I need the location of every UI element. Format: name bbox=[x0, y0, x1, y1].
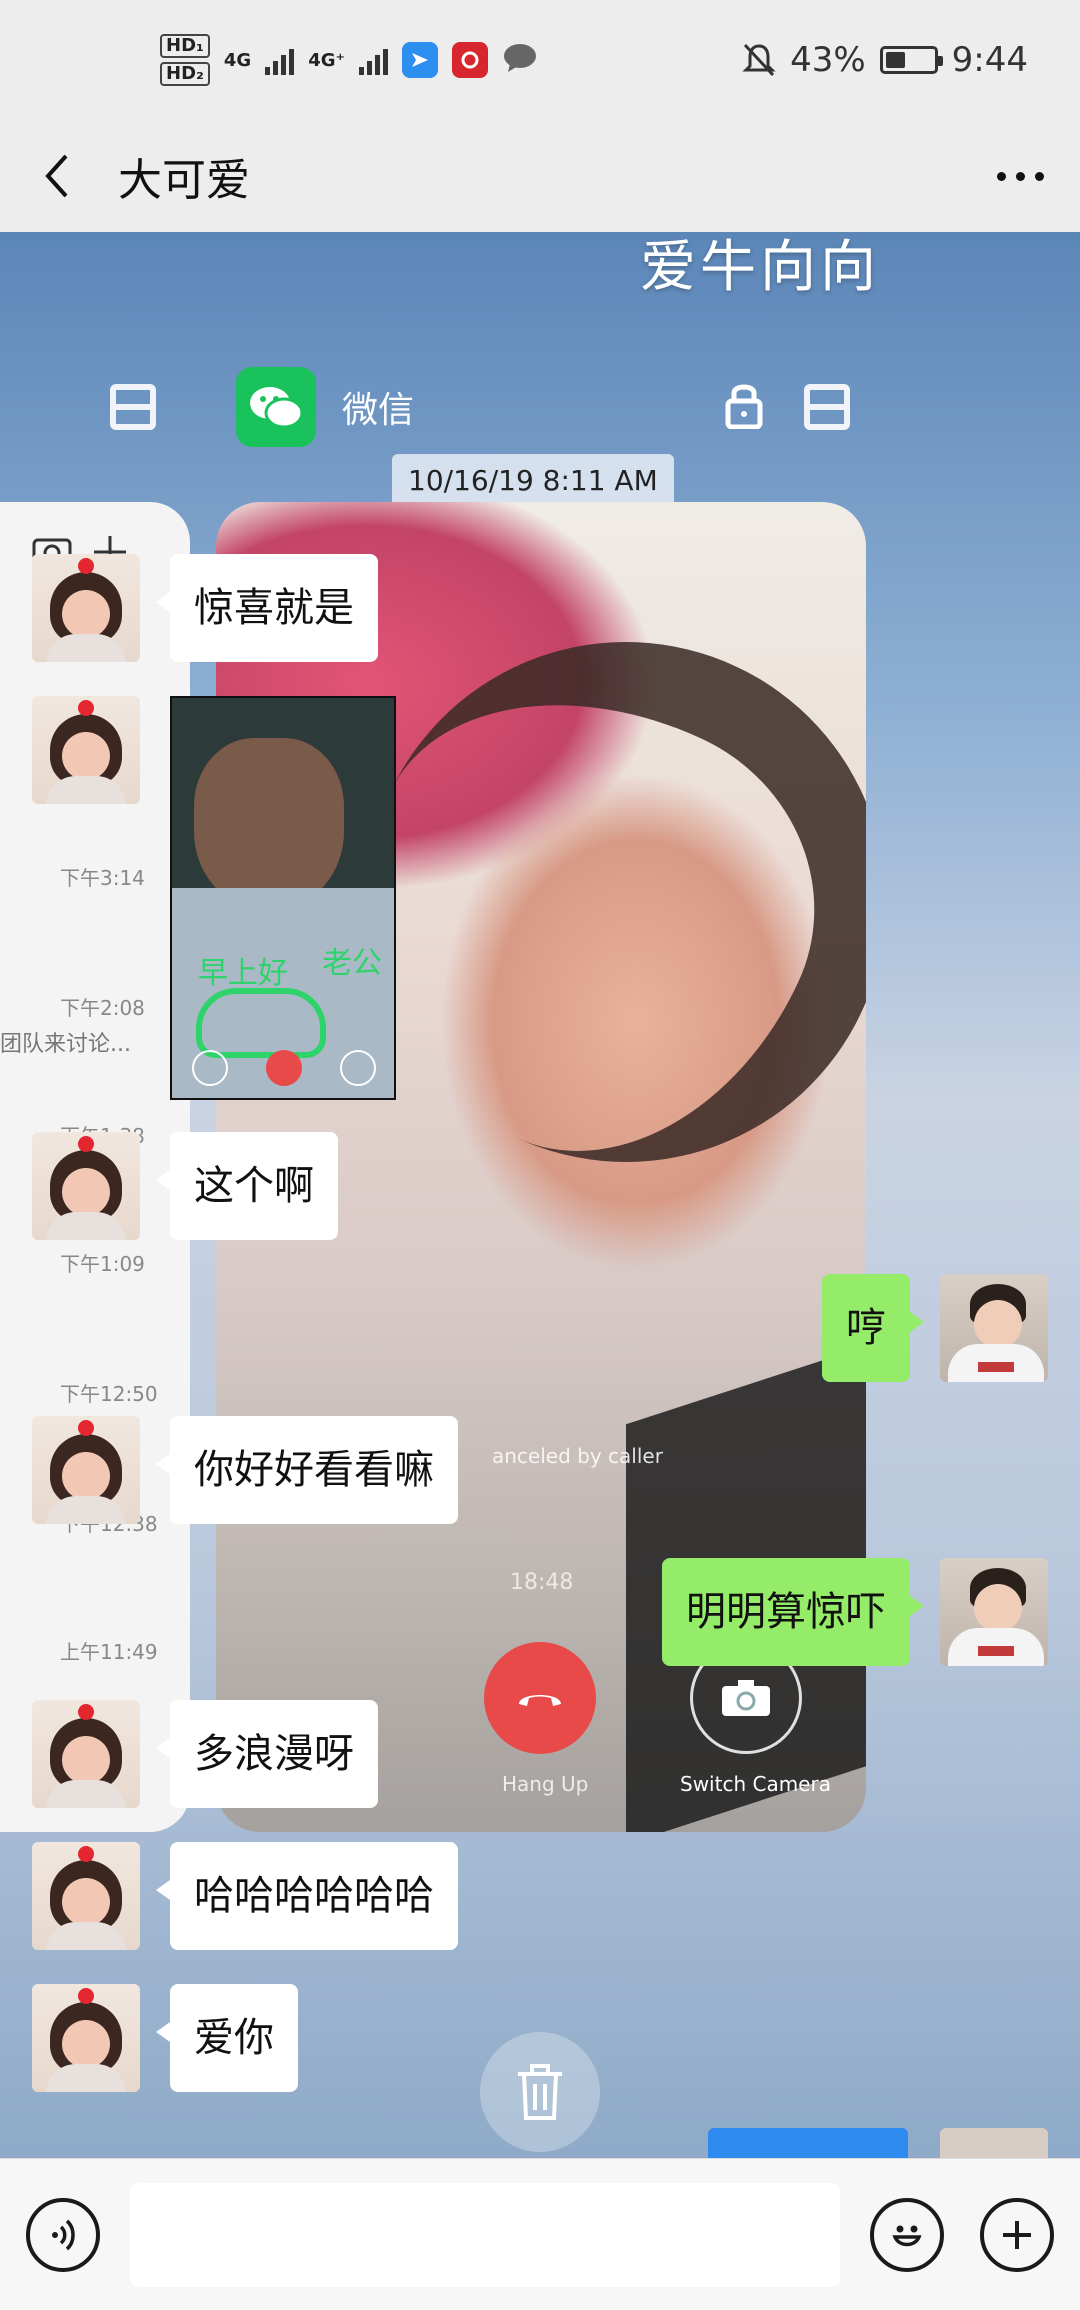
my-avatar-partial[interactable] bbox=[940, 2128, 1048, 2158]
network-type-1: 4G bbox=[223, 49, 252, 71]
battery-icon bbox=[879, 46, 943, 74]
message-row: 惊喜就是 bbox=[32, 554, 378, 662]
wechat-app-label: 微信 bbox=[342, 390, 415, 431]
feishu-notification-icon bbox=[402, 42, 439, 78]
message-row: 多浪漫呀 bbox=[32, 1700, 378, 1808]
message-row-outgoing: 明明算惊吓 bbox=[662, 1558, 1048, 1666]
panel-icon-right bbox=[804, 384, 850, 430]
background-toolbar: 微信 bbox=[110, 362, 850, 452]
hd2-badge: HD₂ bbox=[160, 62, 210, 86]
status-right: 43% 9:44 bbox=[742, 40, 1028, 80]
hang-up-label: Hang Up bbox=[502, 1772, 589, 1796]
hang-up-button bbox=[484, 1642, 596, 1754]
bg-time-4: 下午1:09 bbox=[60, 1252, 145, 1276]
contact-avatar[interactable] bbox=[32, 1416, 140, 1524]
bg-time-5: 下午12:50 bbox=[60, 1382, 158, 1406]
message-bubble[interactable]: 哈哈哈哈哈哈 bbox=[156, 1842, 458, 1950]
heart-doodle bbox=[196, 988, 326, 1058]
switch-camera-label: Switch Camera bbox=[680, 1772, 831, 1796]
signal-strength-2-icon bbox=[359, 45, 389, 75]
wechat-logo-icon bbox=[236, 367, 316, 447]
hd-indicators: HD₁ HD₂ bbox=[160, 34, 210, 86]
battery-percent: 43% bbox=[790, 40, 866, 80]
message-bubble[interactable]: 惊喜就是 bbox=[156, 554, 378, 662]
message-bubble-outgoing[interactable]: 明明算惊吓 bbox=[662, 1558, 924, 1666]
contact-avatar[interactable] bbox=[32, 1132, 140, 1240]
clock: 9:44 bbox=[951, 40, 1028, 80]
status-left: HD₁ HD₂ 4G 4G⁺ bbox=[160, 34, 538, 86]
message-row-image bbox=[32, 696, 140, 804]
my-avatar[interactable] bbox=[940, 1274, 1048, 1382]
message-row: 爱你 bbox=[32, 1984, 298, 2092]
voice-icon[interactable] bbox=[26, 2197, 100, 2272]
background-snippet: 团队来讨论... bbox=[0, 1032, 131, 1057]
signal-strength-1-icon bbox=[265, 45, 295, 75]
panel-icon bbox=[110, 384, 156, 430]
bg-time-7: 上午11:49 bbox=[60, 1640, 158, 1664]
contact-avatar[interactable] bbox=[32, 1700, 140, 1808]
call-status-text: anceled by caller bbox=[492, 1444, 663, 1468]
message-bubble-outgoing[interactable]: 哼 bbox=[822, 1274, 924, 1382]
input-bar bbox=[0, 2158, 1080, 2310]
chat-title: 大可爱 bbox=[118, 155, 250, 206]
hd1-badge: HD₁ bbox=[160, 34, 210, 58]
message-notification-icon bbox=[502, 42, 538, 78]
contact-avatar[interactable] bbox=[32, 696, 140, 804]
message-input[interactable] bbox=[130, 2182, 840, 2287]
contact-avatar[interactable] bbox=[32, 1984, 140, 2092]
plus-icon[interactable] bbox=[980, 2197, 1054, 2272]
app-notification-icon bbox=[452, 42, 489, 78]
back-icon[interactable] bbox=[36, 148, 76, 204]
my-avatar[interactable] bbox=[940, 1558, 1048, 1666]
pip-handwriting-2: 老公 bbox=[322, 946, 382, 981]
more-options-icon[interactable] bbox=[997, 152, 1044, 201]
chat-area[interactable]: 爱牛向向 微信 10/16/19 8:11 AM 下午3:14 下午2:08 下… bbox=[0, 232, 1080, 2158]
message-bubble[interactable]: 这个啊 bbox=[156, 1132, 338, 1240]
bg-time-2: 下午2:08 bbox=[60, 996, 145, 1020]
message-bubble[interactable]: 爱你 bbox=[156, 1984, 298, 2092]
message-row: 这个啊 bbox=[32, 1132, 338, 1240]
pip-handwriting-1: 早上好 bbox=[198, 956, 288, 991]
call-time-text: 18:48 bbox=[510, 1570, 574, 1595]
network-type-2: 4G⁺ bbox=[308, 49, 346, 71]
trash-icon bbox=[480, 2032, 600, 2152]
message-row: 你好好看看嘛 bbox=[32, 1416, 458, 1524]
battery-fill bbox=[885, 52, 906, 68]
image-message[interactable]: 早上好 老公 bbox=[170, 696, 396, 1100]
mute-bell-icon bbox=[742, 43, 776, 77]
emoji-icon[interactable] bbox=[870, 2197, 944, 2272]
partial-image-message[interactable] bbox=[708, 2128, 908, 2158]
handwriting-text: 爱牛向向 bbox=[640, 235, 880, 300]
date-chip: 10/16/19 8:11 AM bbox=[392, 454, 674, 507]
status-bar: HD₁ HD₂ 4G 4G⁺ 43% 9:44 bbox=[0, 0, 1080, 120]
chat-header: 大可爱 bbox=[0, 120, 1080, 232]
message-bubble[interactable]: 多浪漫呀 bbox=[156, 1700, 378, 1808]
contact-avatar[interactable] bbox=[32, 1842, 140, 1950]
message-bubble[interactable]: 你好好看看嘛 bbox=[156, 1416, 458, 1524]
bg-time-1: 下午3:14 bbox=[60, 866, 145, 890]
message-row: 哈哈哈哈哈哈 bbox=[32, 1842, 458, 1950]
contact-avatar[interactable] bbox=[32, 554, 140, 662]
message-row-outgoing: 哼 bbox=[822, 1274, 1048, 1382]
lock-icon bbox=[724, 381, 764, 433]
